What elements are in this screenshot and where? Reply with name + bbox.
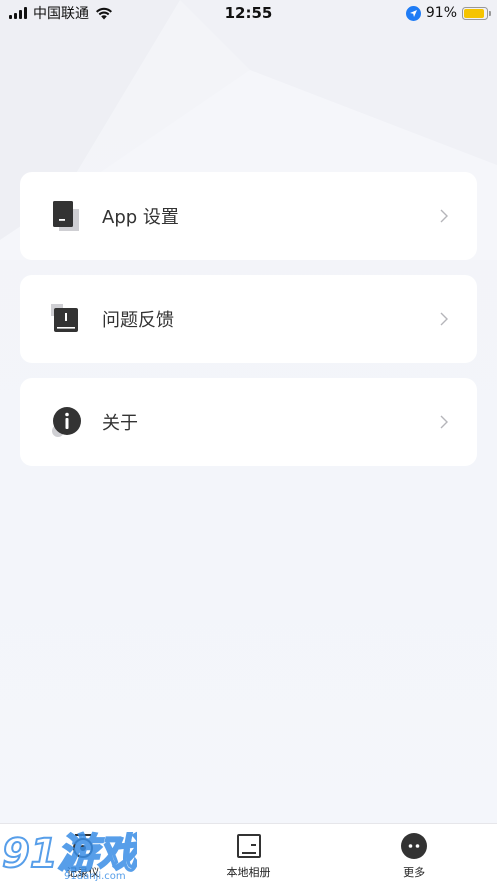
- tab-recorder[interactable]: 记录仪: [0, 824, 166, 883]
- chevron-right-icon: [440, 312, 448, 326]
- menu-item-feedback[interactable]: 问题反馈: [20, 275, 477, 363]
- status-left: 中国联通: [9, 3, 189, 23]
- location-icon: [405, 5, 421, 21]
- feedback-icon: [50, 301, 82, 337]
- battery-level: [464, 8, 485, 18]
- battery-percent: 91%: [425, 5, 457, 21]
- album-icon: [235, 832, 263, 860]
- tab-label: 更多: [403, 866, 426, 879]
- menu-item-label: 关于: [102, 413, 138, 434]
- tab-bar: 记录仪 本地相册 更多: [0, 823, 497, 883]
- signal-icon: [9, 7, 27, 19]
- menu-item-label: App 设置: [102, 207, 179, 228]
- menu-item-label: 问题反馈: [102, 310, 174, 331]
- chevron-right-icon: [440, 415, 448, 429]
- tab-local-album[interactable]: 本地相册: [166, 824, 332, 883]
- status-right: 91%: [405, 0, 491, 26]
- menu-item-about[interactable]: 关于: [20, 378, 477, 466]
- app-settings-icon: [50, 198, 82, 234]
- menu-item-app-settings[interactable]: App 设置: [20, 172, 477, 260]
- tab-label: 本地相册: [226, 866, 271, 879]
- recorder-icon: [69, 832, 97, 860]
- info-icon: [50, 404, 82, 440]
- wifi-icon: [96, 7, 112, 19]
- more-icon: [400, 832, 428, 860]
- chevron-right-icon: [440, 209, 448, 223]
- carrier-name: 中国联通: [33, 6, 89, 22]
- tab-label: 记录仪: [66, 866, 100, 879]
- battery-icon: [462, 6, 491, 20]
- tab-more[interactable]: 更多: [331, 824, 497, 883]
- settings-screen: 中国联通 12:55 91% App 设置 问题反馈 关于 记录仪 本地相册 更…: [0, 0, 497, 883]
- settings-menu: App 设置 问题反馈 关于: [20, 172, 477, 481]
- status-bar: 中国联通 12:55 91%: [0, 0, 497, 26]
